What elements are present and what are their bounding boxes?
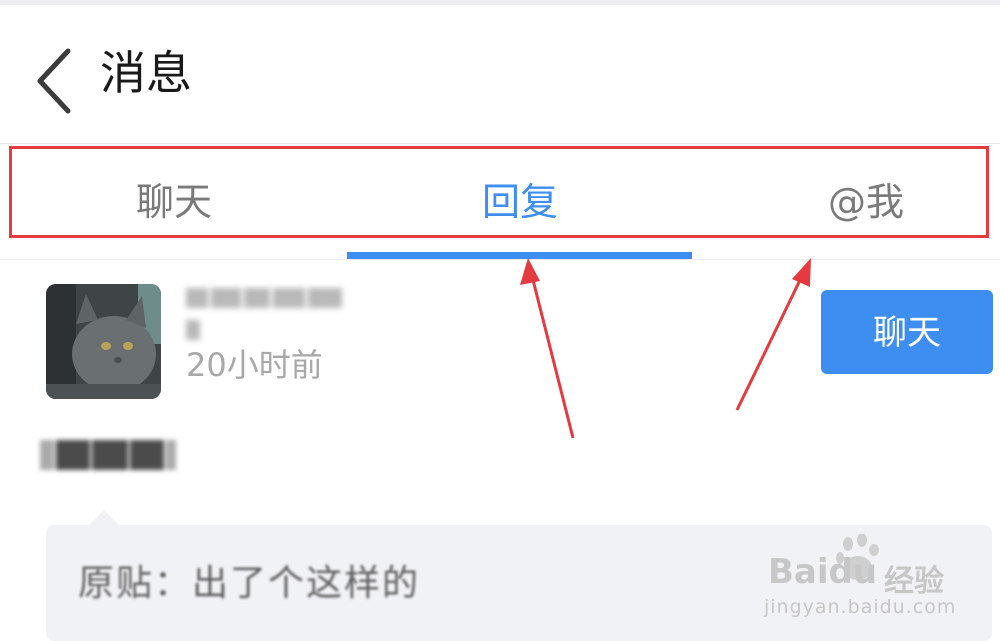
header: 消息 [0, 5, 1000, 143]
tab-bar-divider [0, 259, 1000, 260]
tab-chat[interactable]: 聊天 [136, 172, 212, 232]
avatar[interactable] [46, 284, 161, 399]
chat-button[interactable]: 聊天 [821, 290, 993, 374]
username-blurred[interactable] [186, 280, 356, 340]
reply-content-blurred [40, 428, 190, 480]
quoted-post-text: 原贴：出了个这样的 [78, 563, 421, 604]
quoted-post[interactable]: 原贴：出了个这样的 [46, 525, 992, 641]
quote-pointer [88, 510, 120, 526]
timestamp: 20小时前 [186, 346, 323, 384]
back-arrow-icon[interactable] [30, 45, 80, 115]
annotation-arrow-reply [520, 258, 575, 439]
tab-reply[interactable]: 回复 [482, 172, 558, 232]
tab-at-me[interactable]: @我 [828, 172, 904, 232]
annotation-arrow-at-me [735, 258, 811, 411]
page-title: 消息 [100, 46, 192, 100]
tab-bar: 聊天 回复 @我 [0, 144, 1000, 260]
